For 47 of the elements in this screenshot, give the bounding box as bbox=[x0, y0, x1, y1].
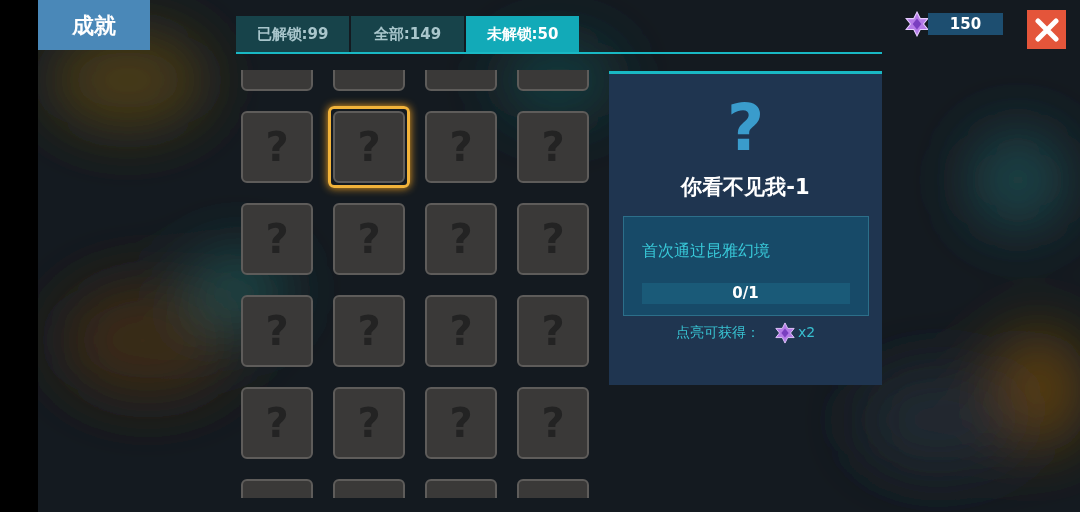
achievement-name: 你看不见我-1 bbox=[681, 174, 810, 201]
achievement-tile[interactable]: ? bbox=[333, 111, 405, 183]
question-mark: ? bbox=[541, 403, 565, 443]
gem-icon bbox=[904, 11, 930, 37]
question-mark: ? bbox=[449, 403, 473, 443]
question-mark: ? bbox=[541, 311, 565, 351]
achievement-tile[interactable]: ? bbox=[517, 111, 589, 183]
requirement-text: 首次通过昆雅幻境 bbox=[641, 239, 771, 262]
question-mark: ? bbox=[449, 311, 473, 351]
tab[interactable]: 未解锁:50 bbox=[466, 16, 579, 52]
reward-label: 点亮可获得： bbox=[675, 323, 760, 342]
question-mark: ? bbox=[265, 127, 289, 167]
question-mark: ? bbox=[357, 127, 381, 167]
achievement-tile[interactable]: ? bbox=[425, 295, 497, 367]
achievement-tile[interactable]: ? bbox=[241, 295, 313, 367]
question-mark: ? bbox=[357, 403, 381, 443]
achievement-tile[interactable]: ? bbox=[425, 111, 497, 183]
achievement-tile[interactable]: ? bbox=[517, 387, 589, 459]
page-title: 成就 bbox=[38, 0, 150, 50]
gem-icon bbox=[773, 321, 796, 344]
currency-amount: 150 bbox=[928, 13, 1003, 35]
question-mark: ? bbox=[449, 219, 473, 259]
question-mark: ? bbox=[541, 127, 565, 167]
achievement-tile[interactable]: ? bbox=[333, 295, 405, 367]
question-mark: ? bbox=[265, 403, 289, 443]
achievement-tile[interactable]: ? bbox=[241, 387, 313, 459]
achievement-tile[interactable]: ? bbox=[517, 203, 589, 275]
close-button[interactable] bbox=[1027, 10, 1066, 49]
question-mark: ? bbox=[449, 127, 473, 167]
achievement-tile[interactable]: ? bbox=[241, 203, 313, 275]
reward-count: x2 bbox=[797, 323, 816, 342]
achievement-tile[interactable]: ? bbox=[425, 387, 497, 459]
progress-reading: 0/1 bbox=[732, 282, 759, 304]
question-mark: ? bbox=[357, 311, 381, 351]
achievement-tile[interactable]: ? bbox=[333, 387, 405, 459]
question-mark: ? bbox=[541, 219, 565, 259]
tab[interactable]: 已解锁:99 bbox=[236, 16, 349, 52]
close-icon bbox=[1034, 17, 1059, 42]
achievement-tile[interactable]: ? bbox=[425, 203, 497, 275]
question-mark: ? bbox=[265, 219, 289, 259]
achievement-tile[interactable]: ? bbox=[241, 111, 313, 183]
question-mark: ? bbox=[357, 219, 381, 259]
question-mark: ? bbox=[726, 96, 765, 160]
tab[interactable]: 全部:149 bbox=[351, 16, 464, 52]
achievement-tile[interactable]: ? bbox=[333, 203, 405, 275]
question-mark: ? bbox=[265, 311, 289, 351]
achievement-tile[interactable]: ? bbox=[517, 295, 589, 367]
